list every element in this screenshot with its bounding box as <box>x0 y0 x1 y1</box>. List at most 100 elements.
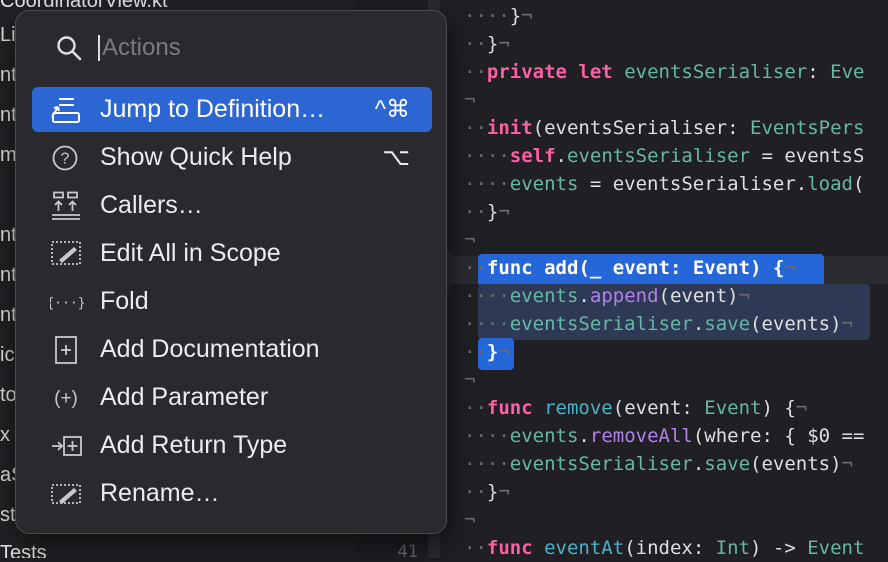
newline-marker: ¬ <box>498 341 510 363</box>
identifier: eventsSerialiser <box>509 453 693 475</box>
jump-to-definition-icon <box>51 98 80 123</box>
text-caret <box>98 35 100 61</box>
code-line: ¬ <box>464 86 475 114</box>
navigator-item[interactable]: Li <box>0 22 16 48</box>
code-token: = eventsSerialiser. <box>578 173 808 195</box>
code-editor[interactable]: ····}¬ ··}¬ ··private let eventsSerialis… <box>444 0 888 558</box>
menu-item-label: Jump to Definition… <box>100 95 326 123</box>
navigator-item[interactable]: st <box>0 502 16 528</box>
actions-search <box>56 33 416 63</box>
add-return-type-icon <box>52 436 82 456</box>
code-line: ··}¬ <box>464 478 510 506</box>
whitespace-marker: ·· <box>486 145 510 167</box>
identifier: events <box>509 285 579 307</box>
code-token: } <box>509 5 522 27</box>
code-token: = eventsS <box>750 145 865 167</box>
method-call: removeAll <box>589 425 693 447</box>
actions-search-input[interactable] <box>102 33 402 63</box>
code-token: } <box>486 33 499 55</box>
menu-item-label: Add Parameter <box>100 383 269 411</box>
whitespace-marker: ···· <box>464 5 510 27</box>
svg-text:?: ? <box>61 151 70 168</box>
code-token: } <box>486 201 499 223</box>
identifier: events <box>509 173 579 195</box>
code-token: ( <box>852 173 865 195</box>
whitespace-marker: ·· <box>486 453 510 475</box>
whitespace-marker: ·· <box>464 481 487 503</box>
menu-item-label: Callers… <box>100 191 203 219</box>
menu-item-add-documentation[interactable]: Add Documentation <box>32 327 432 372</box>
code-line: ····eventsSerialiser.save(events)¬ <box>464 310 853 338</box>
menu-item-jump-to-definition[interactable]: Jump to Definition… ^⌘ <box>32 87 432 132</box>
menu-item-label: Show Quick Help <box>100 143 292 171</box>
method-call: append <box>589 285 659 307</box>
newline-marker: ¬ <box>464 509 476 531</box>
newline-marker: ¬ <box>521 5 533 27</box>
menu-item-show-quick-help[interactable]: ? Show Quick Help ⌥ <box>32 135 432 180</box>
code-line: ¬ <box>464 506 475 534</box>
code-token: (index: <box>624 537 716 558</box>
fold-icon: {···} <box>50 296 84 311</box>
svg-text:(+): (+) <box>54 388 78 409</box>
whitespace-marker: ·· <box>464 61 487 83</box>
keyboard-shortcut: ^⌘ <box>374 96 410 123</box>
code-line: ····eventsSerialiser.save(events)¬ <box>464 450 853 478</box>
navigator-item[interactable]: x <box>0 422 10 448</box>
edit-scope-icon <box>51 241 81 265</box>
code-line: ····events.append(event)¬ <box>464 282 750 310</box>
whitespace-marker: ·· <box>464 173 487 195</box>
menu-item-add-return-type[interactable]: Add Return Type <box>32 423 432 468</box>
newline-marker: ¬ <box>784 257 796 279</box>
whitespace-marker: ·· <box>464 341 487 363</box>
code-line: ··}¬ <box>464 338 510 366</box>
menu-item-label: Fold <box>100 287 149 315</box>
whitespace-marker: ·· <box>464 425 487 447</box>
whitespace-marker: ·· <box>464 201 487 223</box>
actions-popover: Jump to Definition… ^⌘ ? Show Quick Help… <box>15 10 447 534</box>
newline-marker: ¬ <box>464 369 476 391</box>
add-parameter-icon: (+) <box>54 388 78 409</box>
code-line: ··private let eventsSerialiser: Eve <box>464 58 864 86</box>
identifier: eventsSerialiser <box>567 145 751 167</box>
menu-item-fold[interactable]: {···} Fold <box>32 279 432 324</box>
keyword: func <box>486 257 533 279</box>
navigator-item[interactable]: ic <box>0 342 14 368</box>
code-token: : <box>807 61 831 83</box>
whitespace-marker: ·· <box>464 33 487 55</box>
navigator-item[interactable]: Tests <box>0 540 47 558</box>
menu-item-callers[interactable]: Callers… <box>32 183 432 228</box>
whitespace-marker: ·· <box>486 425 510 447</box>
newline-marker: ¬ <box>841 453 853 475</box>
menu-item-edit-all-in-scope[interactable]: Edit All in Scope <box>32 231 432 276</box>
identifier: add <box>544 257 579 279</box>
code-token: (event: <box>612 397 705 419</box>
help-circle-icon: ? <box>52 145 78 171</box>
code-line: ¬ <box>464 366 475 394</box>
whitespace-marker: ·· <box>464 285 487 307</box>
type-name: Event <box>807 537 865 558</box>
identifier: remove <box>544 397 613 419</box>
svg-text:{···}: {···} <box>50 296 84 311</box>
whitespace-marker: ·· <box>464 397 487 419</box>
newline-marker: ¬ <box>498 33 510 55</box>
menu-item-add-parameter[interactable]: (+) Add Parameter <box>32 375 432 420</box>
type-name: EventsPers <box>750 117 865 139</box>
identifier: eventsSerialiser <box>624 61 808 83</box>
identifier: eventsSerialiser <box>509 313 693 335</box>
whitespace-marker: ·· <box>464 313 487 335</box>
code-line: ··func eventAt(index: Int) -> Event <box>464 534 864 558</box>
code-line: ····}¬ <box>464 2 533 30</box>
code-token: ) { <box>761 397 796 419</box>
code-line: ··}¬ <box>464 30 510 58</box>
code-token: . <box>578 425 590 447</box>
add-documentation-icon <box>55 336 77 364</box>
callers-icon <box>52 191 80 220</box>
type-name: Event <box>704 397 762 419</box>
method-call: save <box>704 313 751 335</box>
code-line: ··init(eventsSerialiser: EventsPers <box>464 114 864 142</box>
code-token: ) { <box>750 257 785 279</box>
code-token: } <box>486 341 499 363</box>
code-token: . <box>692 313 705 335</box>
code-line: ····events.removeAll(where: { $0 == <box>464 422 864 450</box>
menu-item-rename[interactable]: Rename… <box>32 471 432 516</box>
